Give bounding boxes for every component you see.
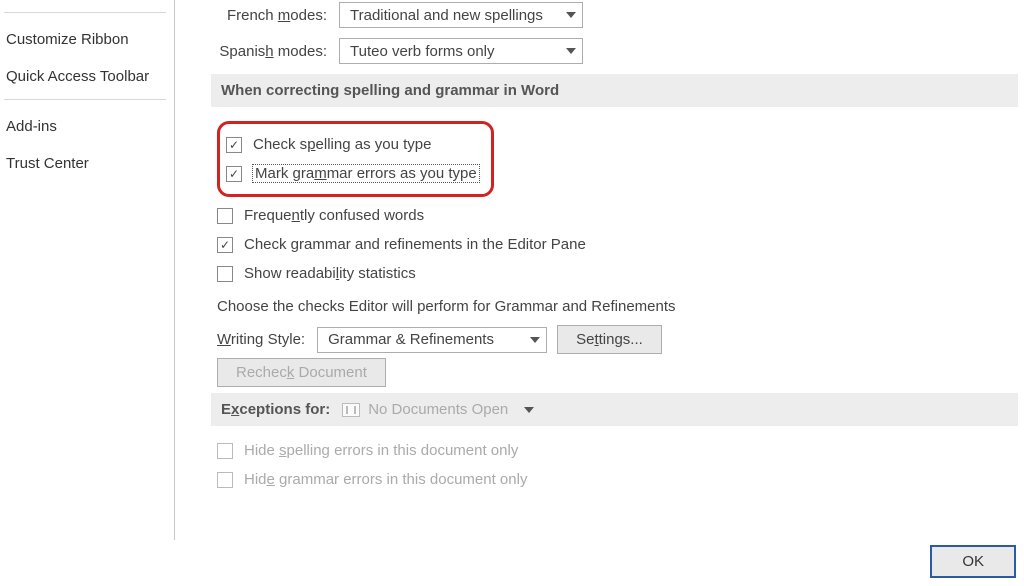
french-modes-dropdown[interactable]: Traditional and new spellings (339, 2, 583, 28)
settings-button[interactable]: Settings... (557, 325, 662, 354)
frequently-confused-words-checkbox[interactable] (217, 208, 233, 224)
chevron-down-icon (530, 337, 540, 343)
ok-button[interactable]: OK (930, 545, 1016, 578)
section-header-correcting: When correcting spelling and grammar in … (211, 74, 1018, 107)
options-sidebar: Customize Ribbon Quick Access Toolbar Ad… (0, 0, 175, 540)
hide-grammar-errors-checkbox (217, 472, 233, 488)
show-readability-checkbox[interactable] (217, 266, 233, 282)
check-grammar-editor-pane-checkbox[interactable] (217, 237, 233, 253)
writing-style-dropdown[interactable]: Grammar & Refinements (317, 327, 547, 353)
check-grammar-editor-pane-label: Check grammar and refinements in the Edi… (244, 236, 586, 253)
spanish-modes-label: Spanish modes: (211, 43, 339, 60)
chevron-down-icon (566, 48, 576, 54)
document-icon (342, 403, 360, 417)
exceptions-document-dropdown[interactable]: No Documents Open (342, 401, 534, 418)
show-readability-label: Show readability statistics (244, 265, 416, 282)
frequently-confused-words-label: Frequently confused words (244, 207, 424, 224)
french-modes-label: French modes: (211, 7, 339, 24)
sidebar-item-add-ins[interactable]: Add-ins (0, 108, 174, 145)
hide-spelling-errors-checkbox (217, 443, 233, 459)
main-panel: French modes: Traditional and new spelli… (175, 0, 1024, 540)
check-spelling-as-you-type-label: Check spelling as you type (253, 136, 431, 153)
chevron-down-icon (566, 12, 576, 18)
highlight-callout: Check spelling as you type Mark grammar … (217, 121, 494, 197)
spanish-modes-dropdown[interactable]: Tuteo verb forms only (339, 38, 583, 64)
recheck-document-button: Recheck Document (217, 358, 386, 387)
sidebar-item-quick-access-toolbar[interactable]: Quick Access Toolbar (0, 58, 174, 95)
choose-checks-text: Choose the checks Editor will perform fo… (217, 288, 1018, 321)
exceptions-for-header: Exceptions for: No Documents Open (211, 393, 1018, 426)
mark-grammar-errors-label: Mark grammar errors as you type (253, 165, 479, 182)
hide-grammar-errors-label: Hide grammar errors in this document onl… (244, 471, 527, 488)
writing-style-label: Writing Style: (217, 331, 305, 348)
mark-grammar-errors-checkbox[interactable] (226, 166, 242, 182)
sidebar-item-trust-center[interactable]: Trust Center (0, 145, 174, 182)
sidebar-item-customize-ribbon[interactable]: Customize Ribbon (0, 21, 174, 58)
check-spelling-as-you-type-checkbox[interactable] (226, 137, 242, 153)
hide-spelling-errors-label: Hide spelling errors in this document on… (244, 442, 518, 459)
chevron-down-icon (524, 407, 534, 413)
